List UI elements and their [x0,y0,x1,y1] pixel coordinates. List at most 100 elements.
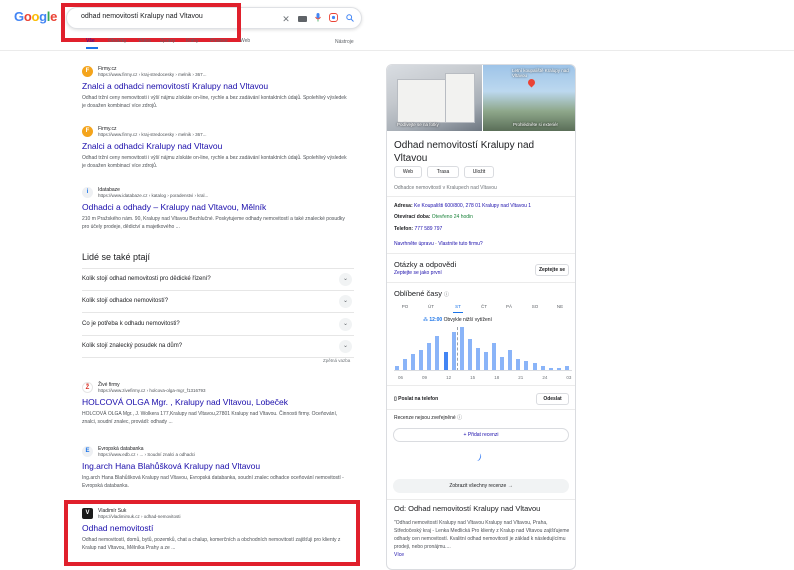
chart-tick-label: 24 [542,375,548,380]
hours-value[interactable]: Otevřeno 24 hodin [432,214,473,220]
active-tab-indicator [86,47,98,49]
send-phone-label: Poslat na telefon [398,396,439,402]
reviews-status: Recenze nejsou zveřejněné ⓘ [394,414,462,421]
logo-letter: o [23,9,32,24]
result-url[interactable]: https://www.firmy.cz › kraj-stredocesky … [98,132,206,137]
more-link[interactable]: Více [394,551,572,559]
chart-bar [427,343,432,370]
result-url[interactable]: https://www.firmy.cz › kraj-stredocesky … [98,72,206,77]
own-business-link[interactable]: Vlastníte tuto firmu? [438,241,482,247]
add-review-button[interactable]: + Přidat recenzi [393,428,569,442]
popular-times-title: Oblíbené časy [394,289,442,298]
divider [387,499,575,500]
chart-bar [451,331,456,370]
tab-images[interactable]: Obrázky [108,38,127,44]
logo-letter: o [31,9,40,24]
save-button[interactable]: Uložit [464,166,494,178]
add-review-label: Přidat recenzi [467,432,499,438]
result-title[interactable]: Ing.arch Hana Blahůšková Kralupy nad Vlt… [82,461,260,471]
chevron-down-icon[interactable]: ⌄ [339,295,352,308]
chart-bar [500,356,505,370]
tab-books[interactable]: Knihy [186,38,199,44]
info-icon[interactable]: ⓘ [457,415,462,421]
search-icon[interactable] [343,12,357,26]
edb-favicon-icon: E [82,446,93,457]
result-title[interactable]: Znalci a odhadci Kralupy nad Vltavou [82,141,222,151]
result-title[interactable]: Znalci a odhadci nemovitostí Kralupy nad… [82,81,268,91]
highlight-box [61,3,241,42]
day-tab[interactable]: NE [554,304,566,309]
chart-bar [459,327,464,370]
chevron-down-icon[interactable]: ⌄ [339,340,352,353]
zivefirmy-favicon-icon: Ž [82,382,93,393]
chart-bar [484,352,488,370]
keyboard-icon[interactable] [295,12,309,26]
directions-button[interactable]: Trasa [427,166,459,178]
result-url[interactable]: https://www.zivefirmy.cz › holcova-olga-… [98,388,205,393]
tab-news[interactable]: Zprávy [160,38,175,44]
live-time: 12:00 [429,317,443,323]
chevron-down-icon[interactable]: ⌄ [339,273,352,286]
qa-first-link[interactable]: Zeptejte se jako první [394,270,442,276]
paa-question[interactable]: Kolik stojí odhadce nemovitostí? ⌄ [82,291,354,313]
phone-row: Telefon: 777 589 797 [394,226,442,232]
address-row: Adresa: Ke Koupališti 600/800, 278 01 Kr… [394,203,531,209]
place-category: Odhadce nemovitostí v Kralupech nad Vlta… [394,185,497,191]
paa-question[interactable]: Kolik stojí znalecký posudek na dům? ⌄ [82,336,354,358]
chart-bar [467,338,472,370]
result-snippet: HOLCOVÁ OLGA Mgr., J. Wolkera 177,Kralup… [82,411,338,425]
day-tab[interactable]: SO [529,304,541,309]
current-time-line [457,327,458,371]
feedback-link[interactable]: Zpětná vazba [323,358,350,363]
paa-question-text: Kolik stojí znalecký posudek na dům? [82,343,183,349]
result-url[interactable]: https://www.idatabaze.cz › katalog › por… [98,193,208,198]
lens-icon[interactable] [326,12,340,26]
result-title[interactable]: Odhadci a odhady – Kralupy nad Vltavou, … [82,202,266,212]
tab-finance[interactable]: Finance [210,38,228,44]
all-reviews-button[interactable]: Zobrazit všechny recenze → [393,479,569,493]
address-label: Adresa: [394,203,413,209]
photo-building[interactable]: Podívejte se na fotky [387,65,482,131]
live-text: Obvykle nižší vytížení [443,317,492,323]
result-title[interactable]: HOLCOVÁ OLGA Mgr. , Kralupy nad Vltavou,… [82,397,288,407]
place-title: Odhad nemovitostí Kralupy nad Vltavou [394,140,535,164]
tab-all[interactable]: Vše [86,38,95,44]
tools-button[interactable]: Nástroje [335,39,354,45]
chart-bar [516,358,521,370]
paa-question[interactable]: Co je potřeba k odhadu nemovitosti? ⌄ [82,314,354,336]
website-button[interactable]: Web [394,166,422,178]
chart-bar [556,367,561,370]
chart-tick-label: 15 [470,375,476,380]
loading-spinner-icon [473,452,483,462]
address-link[interactable]: Ke Koupališti 600/800, 278 01 Kralupy na… [414,203,531,209]
tab-web[interactable]: Web [240,38,250,44]
phone-link[interactable]: 777 589 797 [414,226,442,232]
tab-videos[interactable]: Videa [138,38,151,44]
owner-description: "Odhad nemovitostí Kralupy nad Vltavou K… [394,519,572,559]
paa-question[interactable]: Kolik stojí odhad nemovitosti pro dědick… [82,269,354,291]
day-tab[interactable]: PO [399,304,411,309]
mic-icon[interactable] [311,12,325,26]
google-logo[interactable]: Google [14,9,57,24]
send-to-phone[interactable]: ▯ Poslat na telefon [394,396,438,402]
owner-description-text: "Odhad nemovitostí Kralupy nad Vltavou K… [394,520,570,550]
ask-question-button[interactable]: Zeptejte se [535,264,569,276]
chevron-down-icon[interactable]: ⌄ [339,318,352,331]
chart-tick-label: 03 [566,375,572,380]
send-button[interactable]: Odeslat [536,393,569,405]
result-url[interactable]: https://www.edb.cz › ... › Soudní znalci… [98,452,195,457]
paa-question-text: Kolik stojí odhad nemovitosti pro dědick… [82,276,211,282]
day-tab[interactable]: ÚT [425,304,437,309]
chart-bar [395,365,399,370]
edit-row: Navrhněte úpravu · Vlastníte tuto firmu? [394,241,483,247]
live-busyness: ⁂ 12:00 Obvykle nižší vytížení [423,317,492,323]
day-tab[interactable]: PÁ [503,304,515,309]
highlight-box [64,500,360,566]
suggest-edit-link[interactable]: Navrhněte úpravu [394,241,434,247]
all-reviews-label: Zobrazit všechny recenze [449,483,507,489]
from-owner-heading: Od: Odhad nemovitostí Kralupy nad Vltavo… [394,504,541,513]
close-icon[interactable]: ✕ [279,12,293,26]
day-tab[interactable]: ČT [478,304,490,309]
day-tab-active[interactable]: ST [452,304,464,309]
help-icon[interactable]: ⓘ [444,292,449,298]
